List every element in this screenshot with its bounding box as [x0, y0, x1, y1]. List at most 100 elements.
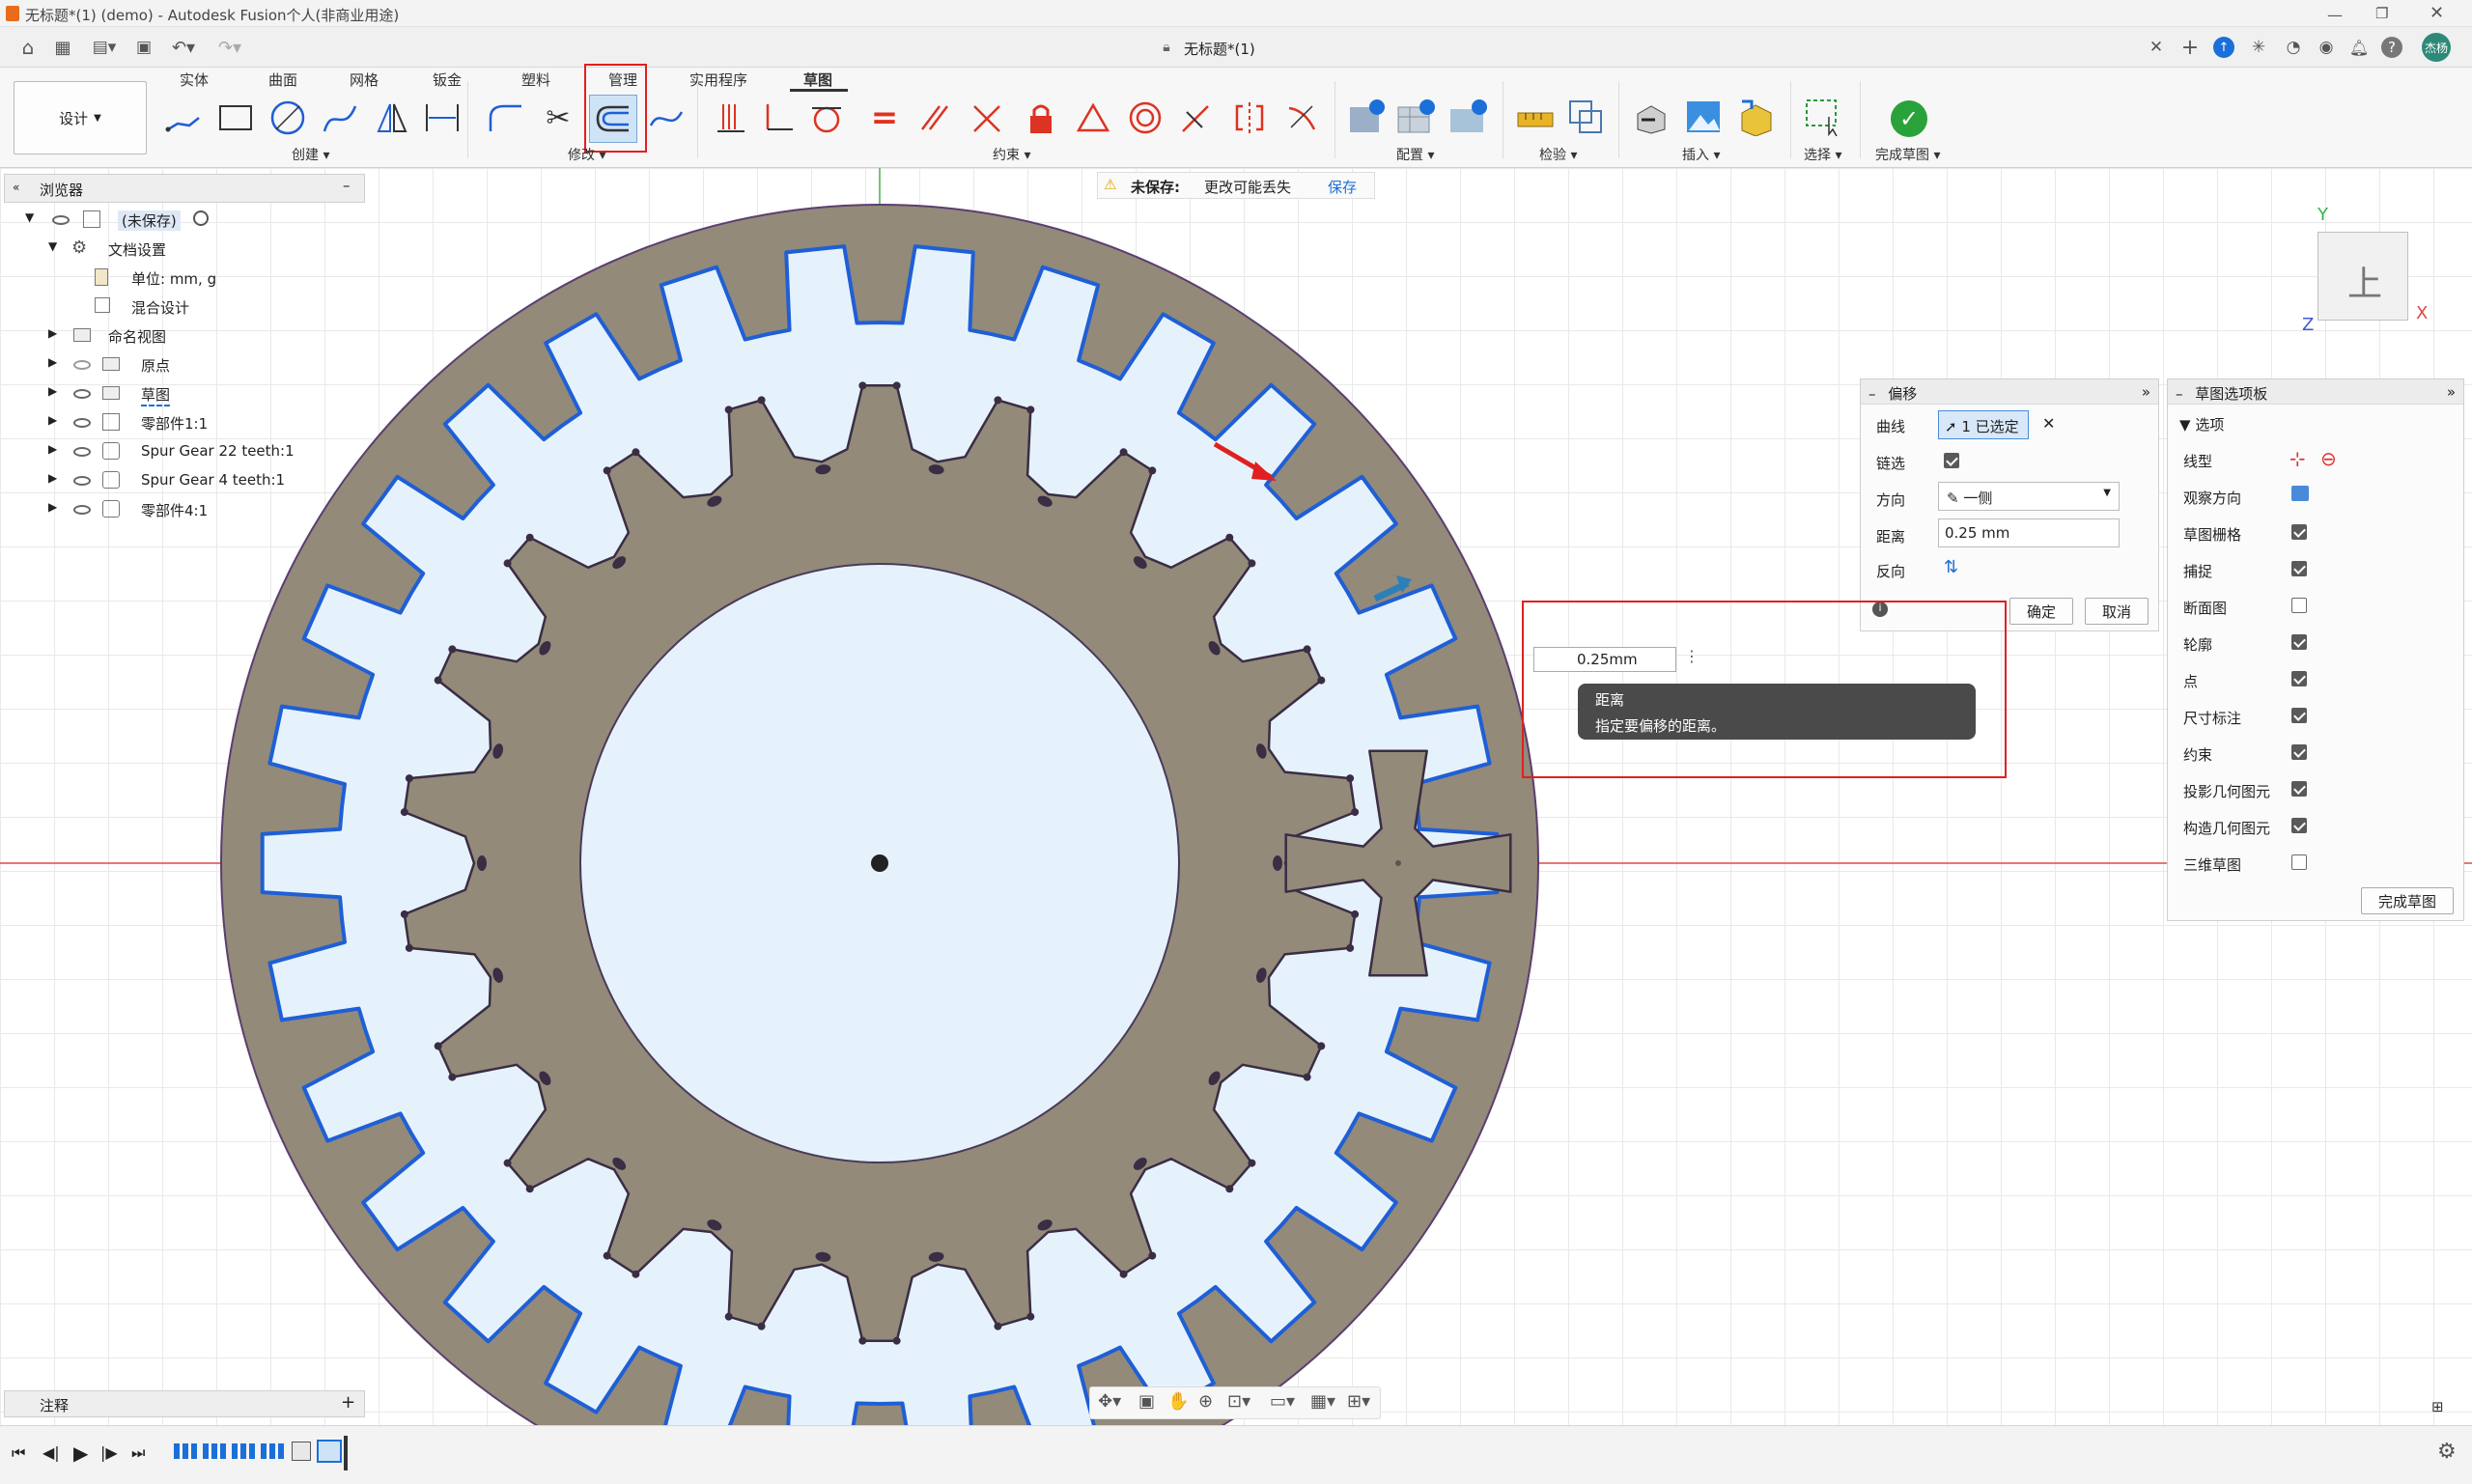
ok-button[interactable]: 确定 [2009, 598, 2073, 625]
design-workspace-button[interactable]: 设计 ▼ [14, 81, 147, 154]
timeline-sketch-icon[interactable] [292, 1442, 311, 1461]
curve-tool-icon[interactable] [645, 97, 688, 139]
step-forward-icon[interactable]: |▶ [100, 1443, 118, 1462]
timeline-feature-icon[interactable] [261, 1443, 286, 1459]
add-annotation-icon[interactable]: + [341, 1392, 355, 1413]
insert-derive-icon[interactable] [1630, 97, 1672, 139]
triangle-constraint-icon[interactable] [1074, 97, 1112, 139]
tangent-icon[interactable] [807, 97, 846, 139]
chevron-right-icon[interactable]: ▶ [48, 326, 57, 340]
clear-selection-icon[interactable]: ✕ [2042, 414, 2055, 433]
view-cube[interactable]: 上 [2318, 232, 2408, 321]
close-window-icon[interactable]: ✕ [2430, 3, 2444, 23]
slice-checkbox[interactable] [2291, 598, 2307, 613]
tab-surface[interactable]: 曲面 [268, 70, 297, 90]
gear-sketch[interactable] [0, 168, 2472, 1425]
chevron-right-icon[interactable]: ▶ [48, 355, 57, 369]
group-modify[interactable]: 修改 ▾ [568, 145, 605, 164]
profile-checkbox[interactable] [2291, 634, 2307, 650]
group-create[interactable]: 创建 ▾ [292, 145, 329, 164]
trim-scissors-icon[interactable]: ✂ [537, 97, 579, 139]
chevron-right-icon[interactable]: ▶ [48, 500, 57, 514]
chevron-right-icon[interactable]: ▶ [48, 442, 57, 456]
group-config[interactable]: 配置 ▾ [1396, 145, 1434, 164]
eye-icon[interactable] [52, 215, 70, 225]
timeline-feature-icon[interactable] [174, 1443, 199, 1459]
expand-icon[interactable]: » [2142, 383, 2150, 401]
collapse-icon[interactable]: – [2176, 385, 2183, 403]
eye-hidden-icon[interactable] [73, 360, 91, 370]
finish-sketch-button[interactable]: 完成草图 [2361, 887, 2454, 914]
extensions-icon[interactable]: ✳ [2248, 37, 2269, 58]
group-select[interactable]: 选择 ▾ [1804, 145, 1841, 164]
chevron-right-icon[interactable]: ▶ [48, 413, 57, 427]
interference-icon[interactable] [1564, 95, 1607, 139]
dimension-tool-icon[interactable] [421, 97, 464, 139]
look-at-nav-icon[interactable]: ▣ [1138, 1391, 1155, 1412]
community-icon[interactable]: ◉ [2316, 37, 2337, 58]
look-at-icon[interactable] [2291, 486, 2309, 501]
distance-field[interactable]: 0.25 mm [1938, 518, 2120, 547]
config-param-icon[interactable] [1346, 95, 1389, 139]
expand-icon[interactable]: » [2447, 383, 2456, 401]
tab-mesh[interactable]: 网格 [350, 70, 379, 90]
curvature-icon[interactable] [1282, 97, 1321, 139]
save-link[interactable]: 保存 [1328, 177, 1357, 197]
pan-icon[interactable]: ✋ [1167, 1391, 1189, 1412]
redo-icon[interactable]: ↷▾ [212, 35, 247, 60]
fit-icon[interactable]: ⊡▾ [1227, 1391, 1250, 1412]
insert-canvas-icon[interactable] [1682, 95, 1725, 139]
online-status-icon[interactable]: ◔ [2283, 37, 2304, 58]
grid-apps-icon[interactable]: ▦ [50, 35, 75, 60]
undo-icon[interactable]: ↶▾ [166, 35, 201, 60]
tab-solid[interactable]: 实体 [180, 70, 209, 90]
chain-checkbox[interactable] [1944, 453, 1959, 468]
sketch-canvas[interactable] [0, 168, 2472, 1425]
timeline-marker[interactable] [344, 1436, 348, 1470]
collapse-browser-icon[interactable]: « [13, 181, 19, 194]
notifications-icon[interactable]: 🔔︎ [2348, 37, 2370, 58]
chevron-right-icon[interactable]: ▶ [48, 471, 57, 485]
timeline-active-sketch-icon[interactable] [317, 1440, 342, 1463]
timeline-feature-icon[interactable] [203, 1443, 228, 1459]
new-tab-icon[interactable]: + [2178, 36, 2202, 60]
group-insert[interactable]: 插入 ▾ [1682, 145, 1720, 164]
timeline-settings-gear-icon[interactable]: ⚙ [2437, 1440, 2457, 1464]
play-icon[interactable]: ▶ [73, 1442, 88, 1465]
perpendicular-icon[interactable] [759, 97, 798, 139]
help-icon[interactable]: ? [2381, 37, 2402, 58]
constraints-checkbox[interactable] [2291, 744, 2307, 760]
config-table-icon[interactable] [1394, 95, 1437, 139]
file-menu-icon[interactable]: ▤▾ [87, 35, 122, 60]
circle-tool-icon[interactable] [267, 97, 309, 139]
line-tool-icon[interactable] [162, 97, 205, 139]
step-back-icon[interactable]: ◀| [42, 1443, 60, 1462]
view-cube-face-top[interactable]: 上 [2347, 256, 2382, 306]
fillet-tool-icon[interactable] [485, 97, 527, 139]
eye-icon[interactable] [73, 505, 91, 515]
eye-icon[interactable] [73, 418, 91, 428]
cancel-button[interactable]: 取消 [2085, 598, 2149, 625]
zoom-icon[interactable]: ⊕ [1198, 1391, 1213, 1412]
mirror-tool-icon[interactable] [371, 97, 413, 139]
group-inspect[interactable]: 检验 ▾ [1539, 145, 1577, 164]
close-tab-icon[interactable]: ✕ [2146, 37, 2167, 58]
flip-direction-icon[interactable]: ⇅ [1944, 557, 1958, 577]
maximize-icon[interactable]: ❐ [2375, 5, 2388, 22]
collapse-icon[interactable]: – [1868, 385, 1876, 403]
group-constraint[interactable]: 约束 ▾ [993, 145, 1030, 164]
document-tab-title[interactable]: 无标题*(1) [1184, 39, 1255, 59]
concentric-icon[interactable] [1126, 97, 1165, 139]
tree-root[interactable]: ▼ (未保存) [25, 210, 315, 232]
select-window-icon[interactable] [1802, 95, 1844, 139]
linetype-construction-icon[interactable]: ⊹ [2289, 447, 2306, 470]
eye-icon[interactable] [73, 476, 91, 486]
activate-radio-icon[interactable] [193, 210, 209, 226]
direction-select[interactable]: ✎ 一侧 ▼ [1938, 482, 2120, 511]
distance-inline-input[interactable]: 0.25mm [1533, 647, 1676, 672]
insert-mcmaster-icon[interactable] [1734, 95, 1777, 139]
save-icon[interactable]: ▣ [131, 35, 156, 60]
group-finish-sketch[interactable]: 完成草图 ▾ [1875, 145, 1940, 164]
lock-constraint-icon[interactable] [1022, 97, 1060, 139]
eye-icon[interactable] [73, 389, 91, 399]
